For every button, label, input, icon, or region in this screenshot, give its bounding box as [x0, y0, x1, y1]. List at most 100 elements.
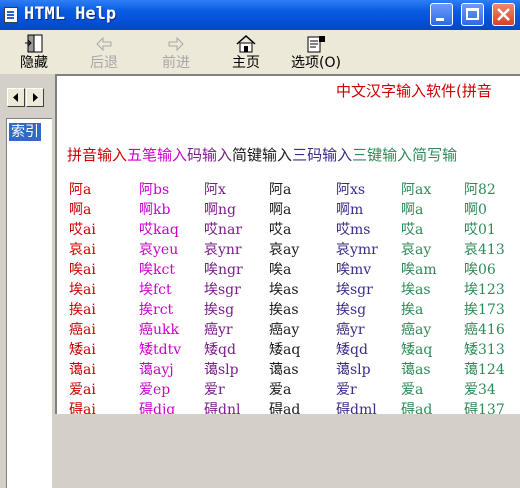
table-cell: 哀413	[464, 242, 505, 258]
back-label: 后退	[90, 55, 118, 71]
table-cell: 挨as	[269, 302, 299, 318]
table-cell: 哀ymr	[336, 242, 378, 258]
title-bar: HTML Help	[0, 0, 520, 30]
hide-button[interactable]: 隐藏	[4, 34, 64, 71]
table-cell: 唉kct	[139, 262, 175, 278]
table-cell: 哎ms	[336, 222, 371, 238]
table-cell: 啊a	[269, 202, 292, 218]
table-cell: 癌ukk	[139, 322, 179, 338]
table-cell: 爱a	[269, 382, 292, 398]
table-cell: 哎a	[401, 222, 424, 238]
table-cell: 碍ad	[269, 402, 301, 414]
input-method-link[interactable]: 三码输入	[292, 146, 352, 164]
left-triangle-icon	[13, 93, 18, 102]
table-cell: 爱ai	[69, 382, 96, 398]
page-heading: 中文汉字输入软件(拼音	[336, 82, 492, 100]
table-cell: 碍ai	[69, 402, 96, 414]
table-cell: 阿xs	[336, 182, 366, 198]
table-cell: 爱ep	[139, 382, 171, 398]
table-cell: 阿ax	[401, 182, 432, 198]
table-cell: 阿a	[69, 182, 92, 198]
window-title: HTML Help	[24, 4, 117, 24]
table-cell: 挨173	[464, 302, 505, 318]
hide-pane-icon	[25, 34, 43, 53]
tab-scroll-right-button[interactable]	[26, 88, 44, 107]
close-icon	[497, 8, 510, 21]
table-cell: 啊a	[401, 202, 424, 218]
home-button[interactable]: 主页	[216, 34, 276, 71]
navigation-pane: 索引	[0, 74, 52, 488]
table-cell: 唉ai	[69, 262, 96, 278]
table-cell: 蔼ayj	[139, 362, 174, 378]
table-cell: 啊kb	[139, 202, 171, 218]
table-cell: 爱r	[204, 382, 225, 398]
table-cell: 哎nar	[204, 222, 243, 238]
index-panel: 索引	[6, 118, 52, 488]
table-cell: 阿bs	[139, 182, 170, 198]
minimize-button[interactable]	[430, 3, 453, 26]
table-cell: 埃fct	[139, 282, 172, 298]
table-cell: 碍137	[464, 402, 505, 414]
table-cell: 癌ai	[69, 322, 96, 338]
table-cell: 哀ai	[69, 242, 96, 258]
table-cell: 挨sg	[336, 302, 367, 318]
home-icon	[236, 34, 256, 53]
input-methods-row: 拼音输入五笔输入码输入简键输入三码输入三键输入简写输	[67, 144, 457, 165]
table-cell: 碍djg	[139, 402, 176, 414]
table-cell: 矮ai	[69, 342, 96, 358]
table-cell: 哎kaq	[139, 222, 179, 238]
maximize-button[interactable]	[461, 3, 484, 26]
back-button[interactable]: 后退	[74, 34, 134, 71]
table-cell: 埃ai	[69, 282, 96, 298]
forward-label: 前进	[162, 55, 190, 71]
input-method-link[interactable]: 五笔输入	[127, 146, 187, 164]
table-cell: 挨rct	[139, 302, 174, 318]
right-triangle-icon	[33, 93, 38, 102]
help-document-icon	[4, 7, 18, 23]
table-cell: 哀ynr	[204, 242, 242, 258]
table-cell: 哀ay	[401, 242, 432, 258]
table-cell: 蔼slp	[336, 362, 371, 378]
table-cell: 碍ad	[401, 402, 433, 414]
table-cell: 哀ay	[269, 242, 300, 258]
options-label: 选项(O)	[291, 55, 341, 71]
tab-index[interactable]: 索引	[9, 123, 41, 141]
forward-arrow-icon	[168, 36, 184, 52]
input-method-link[interactable]: 码输入	[187, 146, 232, 164]
table-cell: 癌416	[464, 322, 505, 338]
table-cell: 蔼slp	[204, 362, 239, 378]
tab-scroll-left-button[interactable]	[7, 88, 25, 107]
input-method-link[interactable]: 简键输入	[232, 146, 292, 164]
toolbar: 隐藏 后退 前进 主页 选项(O)	[0, 30, 520, 74]
table-cell: 矮aq	[269, 342, 301, 358]
table-cell: 唉06	[464, 262, 496, 278]
table-cell: 唉am	[401, 262, 437, 278]
content-frame: 中文汉字输入软件(拼音 拼音输入五笔输入码输入简键输入三码输入三键输入简写输 阿…	[55, 74, 520, 414]
table-cell: 阿82	[464, 182, 496, 198]
input-method-link[interactable]: 三键输入	[352, 146, 412, 164]
table-cell: 埃as	[401, 282, 431, 298]
table-cell: 啊0	[464, 202, 487, 218]
table-cell: 啊m	[336, 202, 364, 218]
table-cell: 啊a	[69, 202, 92, 218]
table-cell: 埃as	[269, 282, 299, 298]
table-cell: 矮313	[464, 342, 505, 358]
table-cell: 挨a	[401, 302, 424, 318]
table-cell: 唉mv	[336, 262, 372, 278]
close-button[interactable]	[492, 3, 515, 26]
input-method-link[interactable]: 拼音输入	[67, 146, 127, 164]
back-arrow-icon	[96, 36, 112, 52]
forward-button[interactable]: 前进	[146, 34, 206, 71]
table-cell: 碍dml	[336, 402, 377, 414]
table-cell: 啊ng	[204, 202, 236, 218]
table-cell: 癌yr	[336, 322, 365, 338]
table-cell: 阿a	[269, 182, 292, 198]
table-cell: 蔼124	[464, 362, 505, 378]
input-method-link[interactable]: 简写输	[412, 146, 457, 164]
table-cell: 爱r	[336, 382, 357, 398]
table-cell: 蔼ai	[69, 362, 96, 378]
table-cell: 矮qd	[204, 342, 236, 358]
hide-label: 隐藏	[20, 55, 48, 71]
options-button[interactable]: 选项(O)	[286, 34, 346, 71]
table-cell: 癌yr	[204, 322, 233, 338]
